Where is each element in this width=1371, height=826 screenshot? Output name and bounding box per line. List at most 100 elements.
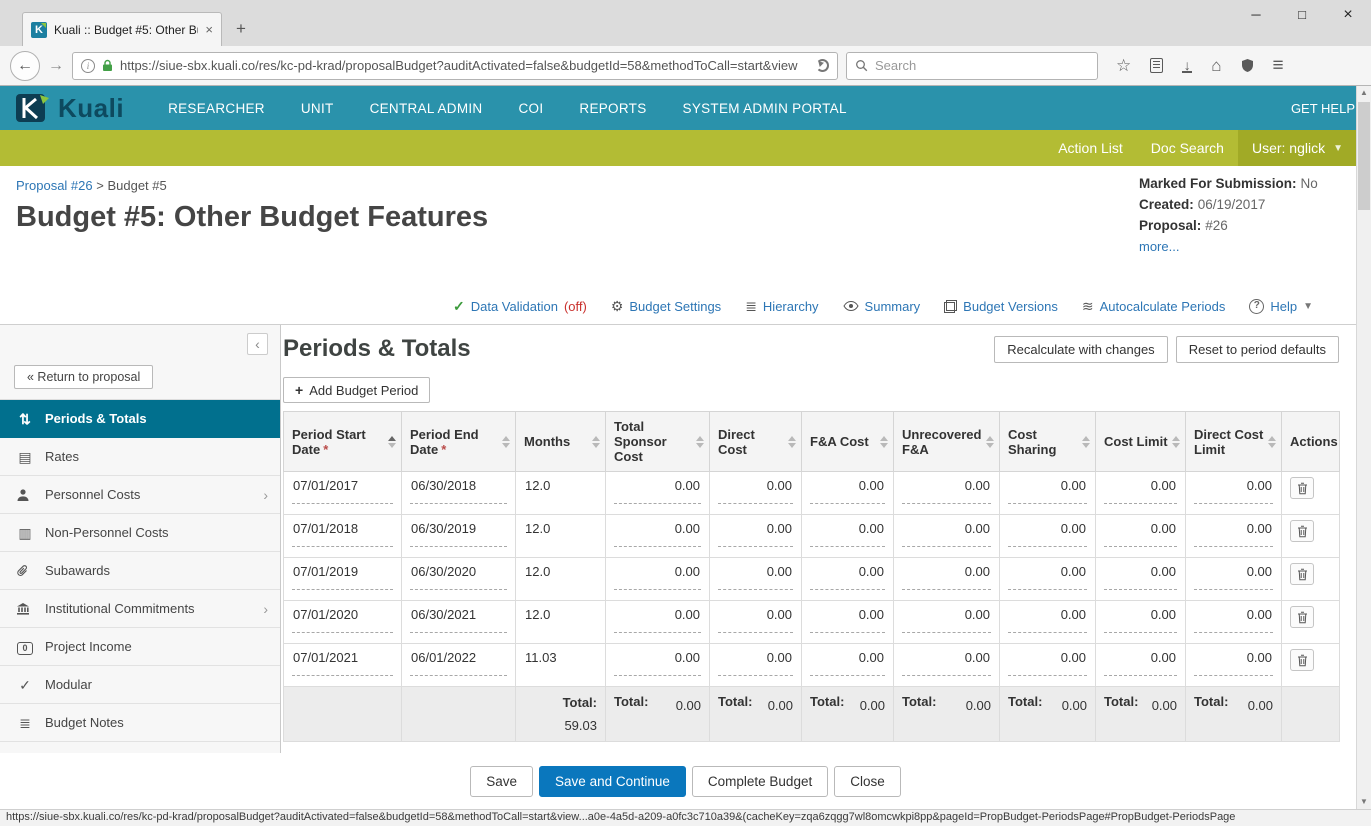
period-end-input[interactable]: 06/30/2018 — [410, 477, 507, 504]
bookmarks-panel-icon[interactable] — [1150, 58, 1164, 73]
direct-cost-input[interactable]: 0.00 — [718, 649, 793, 676]
delete-period-button[interactable] — [1290, 649, 1314, 671]
col-header-period-end[interactable]: Period End Date * — [401, 411, 516, 472]
back-button[interactable]: ← — [10, 50, 40, 81]
direct-cost-limit-input[interactable]: 0.00 — [1194, 606, 1273, 633]
direct-cost-input[interactable]: 0.00 — [718, 520, 793, 547]
col-header-direct-cost[interactable]: Direct Cost — [709, 411, 802, 472]
cost-sharing-input[interactable]: 0.00 — [1008, 649, 1087, 676]
window-minimize-button[interactable]: ─ — [1233, 0, 1279, 30]
forward-button[interactable]: → — [48, 57, 64, 75]
sort-icon[interactable] — [986, 435, 994, 448]
col-header-period-start[interactable]: Period Start Date * — [283, 411, 402, 472]
direct-cost-limit-input[interactable]: 0.00 — [1194, 563, 1273, 590]
col-header-unrecovered-fa[interactable]: Unrecovered F&A — [893, 411, 1000, 472]
period-end-input[interactable]: 06/30/2019 — [410, 520, 507, 547]
browser-tab[interactable]: K Kuali :: Budget #5: Other Budget Featu… — [22, 12, 222, 46]
total-sponsor-input[interactable]: 0.00 — [614, 477, 701, 504]
window-maximize-button[interactable]: □ — [1279, 0, 1325, 30]
menu-icon[interactable]: ≡ — [1273, 56, 1284, 75]
delete-period-button[interactable] — [1290, 606, 1314, 628]
delete-period-button[interactable] — [1290, 520, 1314, 542]
cost-limit-input[interactable]: 0.00 — [1104, 520, 1177, 547]
recalculate-button[interactable]: Recalculate with changes — [994, 335, 1168, 363]
col-header-fa-cost[interactable]: F&A Cost — [801, 411, 894, 472]
data-validation-button[interactable]: ✓ Data Validation (off) — [453, 299, 587, 314]
action-list-link[interactable]: Action List — [1044, 130, 1137, 166]
direct-cost-input[interactable]: 0.00 — [718, 606, 793, 633]
total-sponsor-input[interactable]: 0.00 — [614, 649, 701, 676]
fa-cost-input[interactable]: 0.00 — [810, 649, 885, 676]
bookmark-star-icon[interactable]: ☆ — [1116, 57, 1131, 74]
nav-researcher[interactable]: RESEARCHER — [168, 101, 265, 116]
unrecovered-fa-input[interactable]: 0.00 — [902, 649, 991, 676]
col-header-direct-cost-limit[interactable]: Direct Cost Limit — [1185, 411, 1282, 472]
nav-system-admin-portal[interactable]: SYSTEM ADMIN PORTAL — [683, 101, 847, 116]
sidebar-item-budget-summary[interactable]: ▦ Budget Summary — [0, 742, 280, 753]
fa-cost-input[interactable]: 0.00 — [810, 563, 885, 590]
save-and-continue-button[interactable]: Save and Continue — [539, 765, 686, 797]
cost-sharing-input[interactable]: 0.00 — [1008, 563, 1087, 590]
sidebar-collapse-button[interactable]: ‹ — [247, 333, 268, 355]
nav-coi[interactable]: COI — [518, 101, 543, 116]
period-end-input[interactable]: 06/01/2022 — [410, 649, 507, 676]
save-button[interactable]: Save — [470, 765, 534, 797]
sort-icon[interactable] — [788, 435, 796, 448]
sidebar-item-non-personnel-costs[interactable]: ▥ Non-Personnel Costs — [0, 514, 280, 552]
period-start-input[interactable]: 07/01/2021 — [292, 649, 393, 676]
summary-button[interactable]: Summary — [842, 299, 920, 314]
col-header-cost-limit[interactable]: Cost Limit — [1095, 411, 1186, 472]
direct-cost-input[interactable]: 0.00 — [718, 563, 793, 590]
col-header-cost-sharing[interactable]: Cost Sharing — [999, 411, 1096, 472]
sidebar-item-project-income[interactable]: 0 Project Income — [0, 628, 280, 666]
direct-cost-limit-input[interactable]: 0.00 — [1194, 520, 1273, 547]
cost-limit-input[interactable]: 0.00 — [1104, 477, 1177, 504]
unrecovered-fa-input[interactable]: 0.00 — [902, 520, 991, 547]
autocalculate-periods-button[interactable]: ≋ Autocalculate Periods — [1082, 299, 1225, 314]
reset-defaults-button[interactable]: Reset to period defaults — [1175, 335, 1339, 363]
doc-search-link[interactable]: Doc Search — [1137, 130, 1238, 166]
url-text[interactable]: https://siue-sbx.kuali.co/res/kc-pd-krad… — [120, 58, 809, 73]
fa-cost-input[interactable]: 0.00 — [810, 520, 885, 547]
direct-cost-limit-input[interactable]: 0.00 — [1194, 477, 1273, 504]
shield-icon[interactable] — [1241, 58, 1254, 73]
sidebar-item-rates[interactable]: ▤ Rates — [0, 438, 280, 476]
direct-cost-limit-input[interactable]: 0.00 — [1194, 649, 1273, 676]
reload-icon[interactable] — [816, 59, 829, 72]
cost-sharing-input[interactable]: 0.00 — [1008, 520, 1087, 547]
kuali-logo[interactable]: Kuali — [16, 93, 124, 124]
hierarchy-button[interactable]: ≣ Hierarchy — [745, 299, 818, 314]
delete-period-button[interactable] — [1290, 477, 1314, 499]
tab-close-icon[interactable]: × — [205, 22, 213, 37]
sort-icon[interactable] — [502, 435, 510, 448]
site-info-icon[interactable]: i — [81, 58, 95, 73]
sort-icon[interactable] — [388, 435, 396, 448]
unrecovered-fa-input[interactable]: 0.00 — [902, 606, 991, 633]
get-help-link[interactable]: GET HELP — [1291, 101, 1355, 116]
close-button[interactable]: Close — [834, 765, 901, 797]
sort-icon[interactable] — [592, 435, 600, 448]
total-sponsor-input[interactable]: 0.00 — [614, 520, 701, 547]
home-icon[interactable]: ⌂ — [1211, 57, 1221, 74]
complete-budget-button[interactable]: Complete Budget — [691, 765, 829, 797]
fa-cost-input[interactable]: 0.00 — [810, 477, 885, 504]
period-start-input[interactable]: 07/01/2019 — [292, 563, 393, 590]
search-input[interactable] — [875, 58, 1089, 73]
sidebar-item-modular[interactable]: ✓ Modular — [0, 666, 280, 704]
nav-reports[interactable]: REPORTS — [579, 101, 646, 116]
window-close-button[interactable]: × — [1325, 0, 1371, 30]
nav-central-admin[interactable]: CENTRAL ADMIN — [370, 101, 483, 116]
sidebar-item-institutional-commitments[interactable]: Institutional Commitments › — [0, 590, 280, 628]
period-end-input[interactable]: 06/30/2021 — [410, 606, 507, 633]
nav-unit[interactable]: UNIT — [301, 101, 334, 116]
sidebar-item-subawards[interactable]: Subawards — [0, 552, 280, 590]
col-header-months[interactable]: Months — [515, 411, 606, 472]
sort-icon[interactable] — [880, 435, 888, 448]
breadcrumb-proposal-link[interactable]: Proposal #26 — [16, 178, 93, 193]
cost-limit-input[interactable]: 0.00 — [1104, 649, 1177, 676]
help-menu[interactable]: ? Help ▼ — [1249, 298, 1313, 314]
direct-cost-input[interactable]: 0.00 — [718, 477, 793, 504]
period-start-input[interactable]: 07/01/2018 — [292, 520, 393, 547]
sidebar-item-personnel-costs[interactable]: Personnel Costs › — [0, 476, 280, 514]
search-box[interactable] — [846, 51, 1098, 80]
